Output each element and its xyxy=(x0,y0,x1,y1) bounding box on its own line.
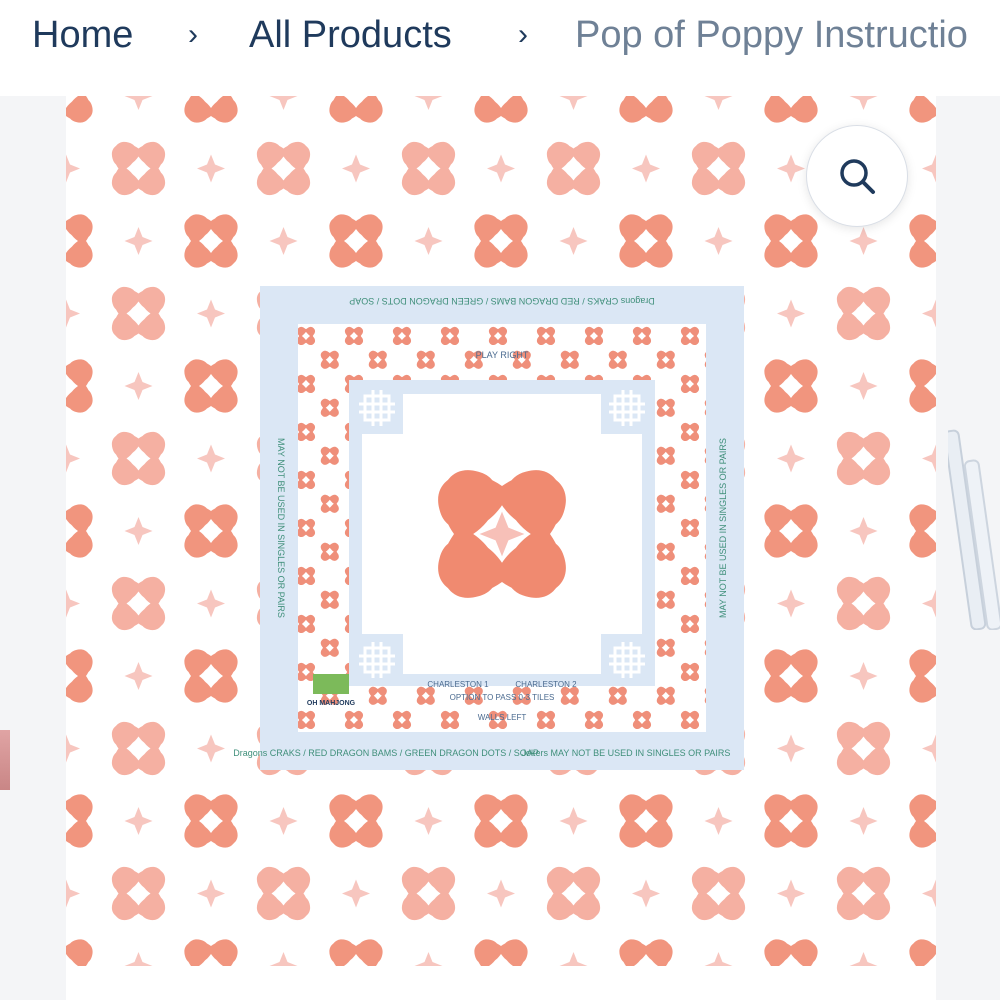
search-icon xyxy=(840,159,875,194)
mat-border-bottom-text: Dragons CRAKS / RED DRAGON BAMS / GREEN … xyxy=(233,748,539,758)
previous-thumbnail-peek[interactable] xyxy=(0,730,10,790)
image-bottom-spacer xyxy=(66,966,936,1000)
mat-border-right-text: MAY NOT BE USED IN SINGLES OR PAIRS xyxy=(718,438,728,618)
product-image[interactable]: PLAY RIGHT OPTION TO PASS 0-3 TILES CHAR… xyxy=(66,96,936,966)
mat-option-text: OPTION TO PASS 0-3 TILES xyxy=(450,693,555,702)
zoom-button[interactable] xyxy=(806,125,908,227)
breadcrumb-all-products[interactable]: All Products xyxy=(249,0,452,70)
chevron-right-icon: › xyxy=(188,18,198,51)
mat-border-left-text: MAY NOT BE USED IN SINGLES OR PAIRS xyxy=(276,438,286,618)
mat-border-top-text: Dragons CRAKS / RED DRAGON BAMS / GREEN … xyxy=(349,296,655,306)
mahjong-mat: PLAY RIGHT OPTION TO PASS 0-3 TILES CHAR… xyxy=(233,286,744,770)
mat-charleston-1: CHARLESTON 1 xyxy=(427,680,489,689)
chevron-right-icon: › xyxy=(518,18,528,51)
mat-play-right: PLAY RIGHT xyxy=(476,350,529,360)
mat-charleston-2: CHARLESTON 2 xyxy=(515,680,577,689)
mat-walls-left: WALLS LEFT xyxy=(478,713,527,722)
oh-mahjong-logo: OH MAHJONG xyxy=(307,674,356,707)
next-thumbnail-peek[interactable] xyxy=(943,400,1000,631)
svg-text:OH MAHJONG: OH MAHJONG xyxy=(307,700,356,707)
pop-of-poppy-mat-artwork: PLAY RIGHT OPTION TO PASS 0-3 TILES CHAR… xyxy=(66,96,936,966)
mat-border-bottom-joker-text: Jokers MAY NOT BE USED IN SINGLES OR PAI… xyxy=(522,748,731,758)
breadcrumb-current-page: Pop of Poppy Instructio xyxy=(575,14,968,56)
breadcrumb-home[interactable]: Home xyxy=(32,0,133,70)
breadcrumb: Home › All Products › Pop of Poppy Instr… xyxy=(0,0,1000,70)
